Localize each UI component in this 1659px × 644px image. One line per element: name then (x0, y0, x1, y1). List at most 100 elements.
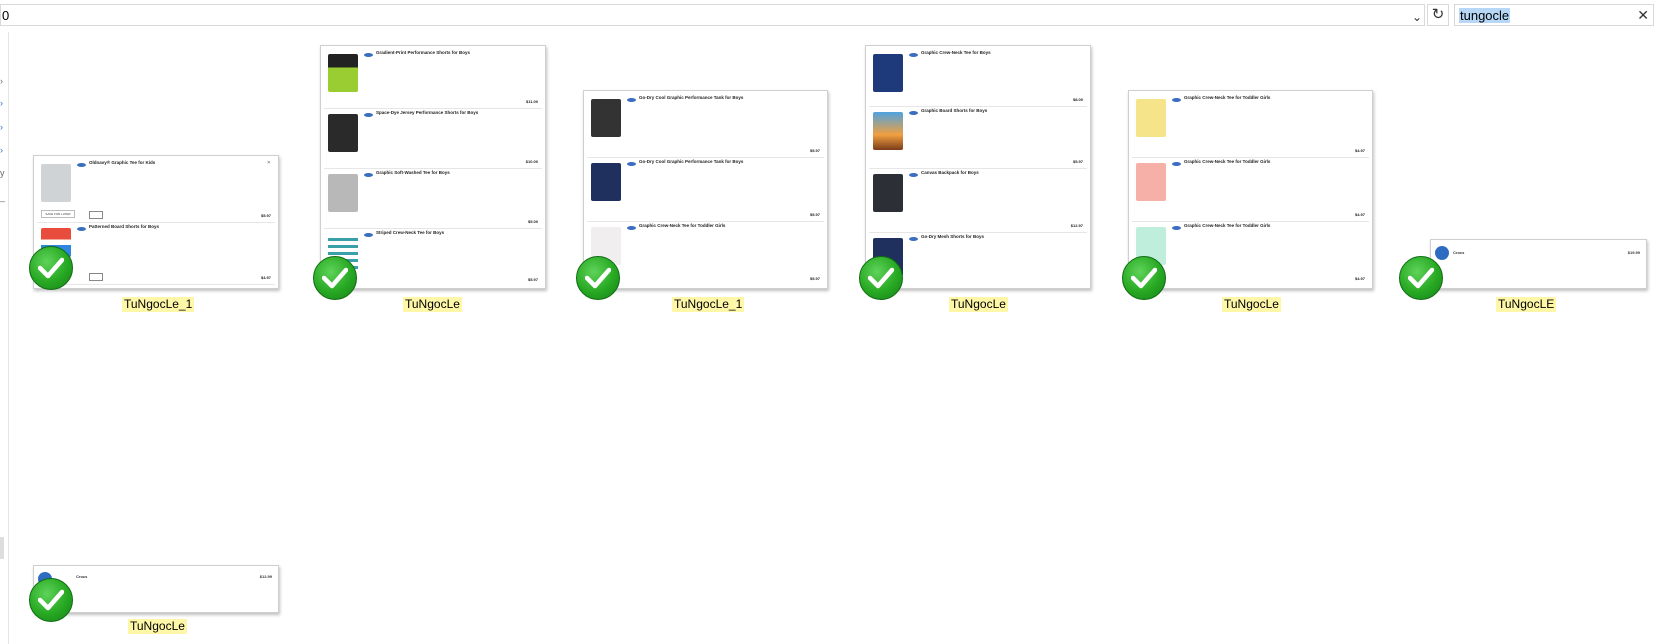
brand-logo (1172, 162, 1181, 166)
file-name: TuNgocLe (949, 297, 1008, 312)
brand-logo (364, 113, 373, 117)
nav-marker: › (0, 145, 3, 155)
product-price: $12.97 (1070, 223, 1083, 228)
address-bar[interactable]: 0 ⌄ (0, 4, 1425, 26)
cart-row: Go-Dry Cool Graphic Performance Tank for… (587, 157, 824, 222)
product-price: $5.00 (527, 219, 538, 224)
product-image (328, 174, 358, 212)
brand-logo (909, 237, 918, 241)
product-price: $10.00 (525, 159, 538, 164)
product-name: Graphic Crew-Neck Tee for Boys (921, 50, 991, 55)
navigation-pane[interactable]: › › › › y _ (0, 32, 9, 644)
product-image (873, 112, 903, 150)
product-price: $4.97 (1354, 276, 1365, 281)
nav-marker: _ (0, 192, 6, 202)
close-icon[interactable]: ✕ (1637, 7, 1649, 23)
product-price: $5.97 (1072, 159, 1083, 164)
file-name: TuNgocLe (1222, 297, 1281, 312)
brand-name: Crocs (1453, 250, 1465, 255)
brand-logo (364, 233, 373, 237)
cart-row: Canvas Backpack for Boys $12.97 (869, 168, 1087, 233)
product-name: Space-Dye Jersey Performance Shorts for … (376, 110, 479, 115)
brand-logo (627, 226, 636, 230)
checkmark-icon (1122, 256, 1166, 300)
product-name: Oldnavy® Graphic Tee for Kids (89, 160, 156, 165)
refresh-icon[interactable]: ↻ (1427, 4, 1449, 26)
checkmark-icon (1399, 256, 1443, 300)
product-name: Graphic Crew-Neck Tee for Toddler Girls (1184, 95, 1271, 100)
product-image (1435, 246, 1449, 260)
product-price: $5.97 (809, 212, 820, 217)
file-name: TuNgocLe (128, 619, 187, 634)
product-image (328, 114, 358, 152)
brand-logo (364, 53, 373, 57)
product-price: $5.97 (260, 213, 271, 218)
quantity-select (89, 273, 103, 281)
save-for-later-button: SAVE FOR LATER (41, 210, 75, 218)
nav-marker: › (0, 98, 3, 108)
checkmark-icon (859, 256, 903, 300)
cart-row: Graphic Crew-Neck Tee for Toddler Girls … (587, 221, 824, 285)
nav-marker: › (0, 76, 3, 86)
cart-row: Graphic Crew-Neck Tee for Toddler Girls … (1132, 221, 1369, 285)
brand-logo (364, 173, 373, 177)
file-thumbnail: Gradient-Print Performance Shorts for Bo… (320, 45, 546, 289)
product-image (591, 163, 621, 201)
file-thumbnail: Go-Dry Cool Graphic Performance Tank for… (583, 90, 828, 289)
brand-logo (77, 227, 86, 231)
file-name: TuNgocLe (403, 297, 462, 312)
product-name: Graphic Crew-Neck Tee for Toddler Girls (1184, 159, 1271, 164)
product-price: $4.97 (1354, 148, 1365, 153)
product-image (328, 54, 358, 92)
checkmark-icon (576, 256, 620, 300)
brand-logo (909, 53, 918, 57)
file-name: TuNgocLe_1 (122, 297, 195, 312)
product-name: Patterned Board Shorts for Boys (89, 224, 160, 229)
cart-row: Graphic Soft-Washed Tee for Boys $5.00 (324, 168, 542, 229)
cart-row: Gradient-Print Performance Shorts for Bo… (324, 48, 542, 109)
product-name: Graphic Crew-Neck Tee for Toddler Girls (639, 223, 726, 228)
product-name: Gradient-Print Performance Shorts for Bo… (376, 50, 471, 55)
file-thumbnail: Crocs $19.99 (1430, 239, 1647, 289)
product-price: $19.99 (1627, 250, 1640, 255)
brand-logo (627, 162, 636, 166)
checkmark-icon (29, 246, 73, 290)
product-name: Go-Dry Mesh Shorts for Boys (921, 234, 985, 239)
product-price: $5.97 (809, 276, 820, 281)
checkmark-icon (313, 256, 357, 300)
cart-row: Graphic Board Shorts for Boys $5.97 (869, 106, 1087, 169)
product-name: Graphic Board Shorts for Boys (921, 108, 988, 113)
toolbar: 0 ⌄ ↻ tungocle ✕ (0, 0, 1659, 32)
cart-row: Graphic Crew-Neck Tee for Toddler Girls … (1132, 157, 1369, 222)
brand-logo (77, 163, 86, 167)
brand-logo (627, 98, 636, 102)
cart-row: Graphic Crew-Neck Tee for Boys $8.00 (869, 48, 1087, 107)
product-name: Graphic Soft-Washed Tee for Boys (376, 170, 450, 175)
product-image (873, 174, 903, 212)
product-name: Go-Dry Cool Graphic Performance Tank for… (639, 159, 744, 164)
brand-logo (1172, 226, 1181, 230)
checkmark-icon (29, 578, 73, 622)
address-text: 0 (2, 8, 10, 23)
product-price: $5.97 (527, 277, 538, 282)
brand-logo (909, 111, 918, 115)
product-name: Striped Crew-Neck Tee for Boys (376, 230, 445, 235)
file-thumbnail: Graphic Crew-Neck Tee for Toddler Girls … (1128, 90, 1373, 289)
product-name: Canvas Backpack for Boys (921, 170, 979, 175)
cart-row: Graphic Crew-Neck Tee for Toddler Girls … (1132, 93, 1369, 158)
chevron-down-icon[interactable]: ⌄ (1409, 9, 1425, 25)
nav-scroll-thumb[interactable] (0, 537, 4, 559)
cart-row: Space-Dye Jersey Performance Shorts for … (324, 108, 542, 169)
product-price: $4.97 (1354, 212, 1365, 217)
nav-marker: y (0, 168, 5, 178)
product-price: $4.97 (260, 275, 271, 280)
close-icon: ✕ (266, 160, 271, 166)
product-image (1136, 163, 1166, 201)
brand-name: Crocs (76, 574, 88, 579)
product-image (591, 99, 621, 137)
product-image (1136, 99, 1166, 137)
nav-marker: › (0, 122, 3, 132)
search-input[interactable]: tungocle ✕ (1454, 4, 1654, 26)
file-name: TuNgocLE (1496, 297, 1557, 312)
product-name: Graphic Crew-Neck Tee for Toddler Girls (1184, 223, 1271, 228)
